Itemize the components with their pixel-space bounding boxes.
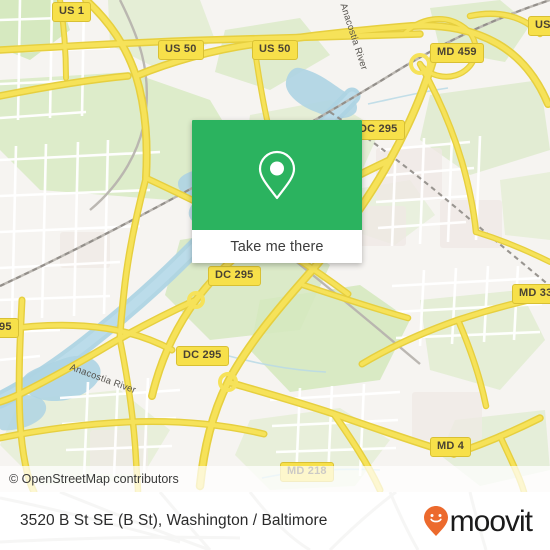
- take-me-there-button[interactable]: Take me there: [192, 230, 362, 263]
- location-address: 3520 B St SE (B St), Washington / Baltim…: [20, 512, 328, 529]
- map-canvas[interactable]: US 1 US 50 US 50 US MD 459 DC 295 DC 295…: [0, 0, 550, 492]
- location-popup[interactable]: Take me there: [192, 120, 362, 263]
- take-me-there-label: Take me there: [230, 238, 324, 255]
- moovit-pin-smile-icon: [423, 506, 448, 536]
- map-pin-icon: [258, 150, 296, 200]
- moovit-logo[interactable]: moovit: [423, 505, 533, 538]
- road-shield: MD 459: [430, 43, 484, 63]
- road-shield: 95: [0, 318, 19, 338]
- road-shield: US 1: [52, 2, 92, 22]
- road-shield: US 50: [252, 40, 298, 60]
- road-shield: DC 295: [176, 346, 229, 366]
- popup-header: [192, 120, 362, 230]
- road-shield: MD 33: [512, 284, 550, 304]
- footer-bar: 3520 B St SE (B St), Washington / Baltim…: [0, 492, 550, 550]
- map-screenshot: US 1 US 50 US 50 US MD 459 DC 295 DC 295…: [0, 0, 550, 550]
- road-shield: DC 295: [208, 266, 261, 286]
- road-shield: US: [528, 16, 550, 36]
- attribution-text[interactable]: © OpenStreetMap contributors: [0, 472, 179, 486]
- road-shield: MD 4: [430, 437, 472, 457]
- map-attribution-bar: © OpenStreetMap contributors: [0, 466, 550, 492]
- road-shield: US 50: [158, 40, 204, 60]
- moovit-wordmark: moovit: [449, 505, 533, 538]
